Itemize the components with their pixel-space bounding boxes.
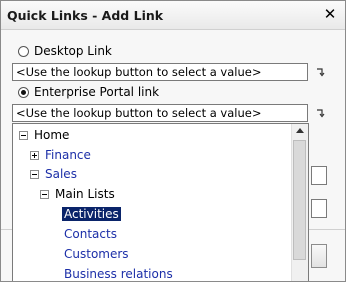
scrollbar-thumb[interactable]: [293, 140, 306, 260]
tree-node-home[interactable]: Home: [19, 126, 69, 144]
hidden-button-edge: [311, 244, 327, 268]
tree-node-sales[interactable]: Sales: [30, 165, 77, 183]
desktop-link-radio[interactable]: [18, 45, 29, 57]
tree-node-label: Main Lists: [55, 187, 115, 201]
lookup-arrow-icon: [316, 67, 324, 76]
tree-node-label: Customers: [64, 247, 129, 261]
hidden-field-edge: [311, 166, 327, 185]
scroll-up-icon[interactable]: [296, 128, 304, 133]
hidden-field-edge: [311, 199, 327, 218]
tree-node-label: Contacts: [64, 227, 117, 241]
desktop-link-option[interactable]: Desktop Link: [18, 43, 112, 59]
portal-link-label: Enterprise Portal link: [34, 85, 160, 99]
collapse-icon[interactable]: [30, 169, 39, 179]
expand-icon[interactable]: [30, 150, 39, 160]
tree-node-label: Sales: [45, 167, 77, 181]
tree-node-customers[interactable]: Customers: [64, 245, 129, 263]
desktop-link-label: Desktop Link: [34, 44, 112, 58]
portal-link-option[interactable]: Enterprise Portal link: [18, 84, 159, 100]
tree-node-main-lists[interactable]: Main Lists: [40, 185, 115, 203]
tree-node-label: Finance: [45, 148, 91, 162]
collapse-icon[interactable]: [19, 130, 28, 140]
portal-link-field[interactable]: <Use the lookup button to select a value…: [12, 104, 308, 122]
tree-node-activities[interactable]: Activities: [62, 205, 121, 223]
lookup-tree[interactable]: Home Finance Sales Main Lists Activities…: [12, 123, 309, 281]
lookup-arrow-icon: [316, 108, 324, 117]
collapse-icon[interactable]: [40, 189, 49, 199]
tree-node-label: Business relations: [64, 267, 173, 281]
tree-scrollbar[interactable]: [291, 124, 308, 281]
tree-node-contacts[interactable]: Contacts: [64, 225, 117, 243]
portal-link-radio[interactable]: [18, 86, 29, 98]
portal-lookup-button[interactable]: [313, 106, 327, 120]
title-bar: Quick Links - Add Link ✕: [1, 1, 345, 30]
close-icon[interactable]: ✕: [323, 6, 337, 22]
desktop-lookup-button[interactable]: [313, 65, 327, 79]
desktop-link-field[interactable]: <Use the lookup button to select a value…: [12, 63, 308, 81]
tree-node-finance[interactable]: Finance: [30, 146, 91, 164]
tree-node-label: Activities: [62, 207, 121, 221]
dialog-title: Quick Links - Add Link: [7, 8, 164, 23]
quick-links-dialog: Quick Links - Add Link ✕ Desktop Link <U…: [0, 0, 346, 282]
tree-node-label: Home: [34, 128, 70, 142]
tree-node-business-relations[interactable]: Business relations: [64, 265, 173, 281]
